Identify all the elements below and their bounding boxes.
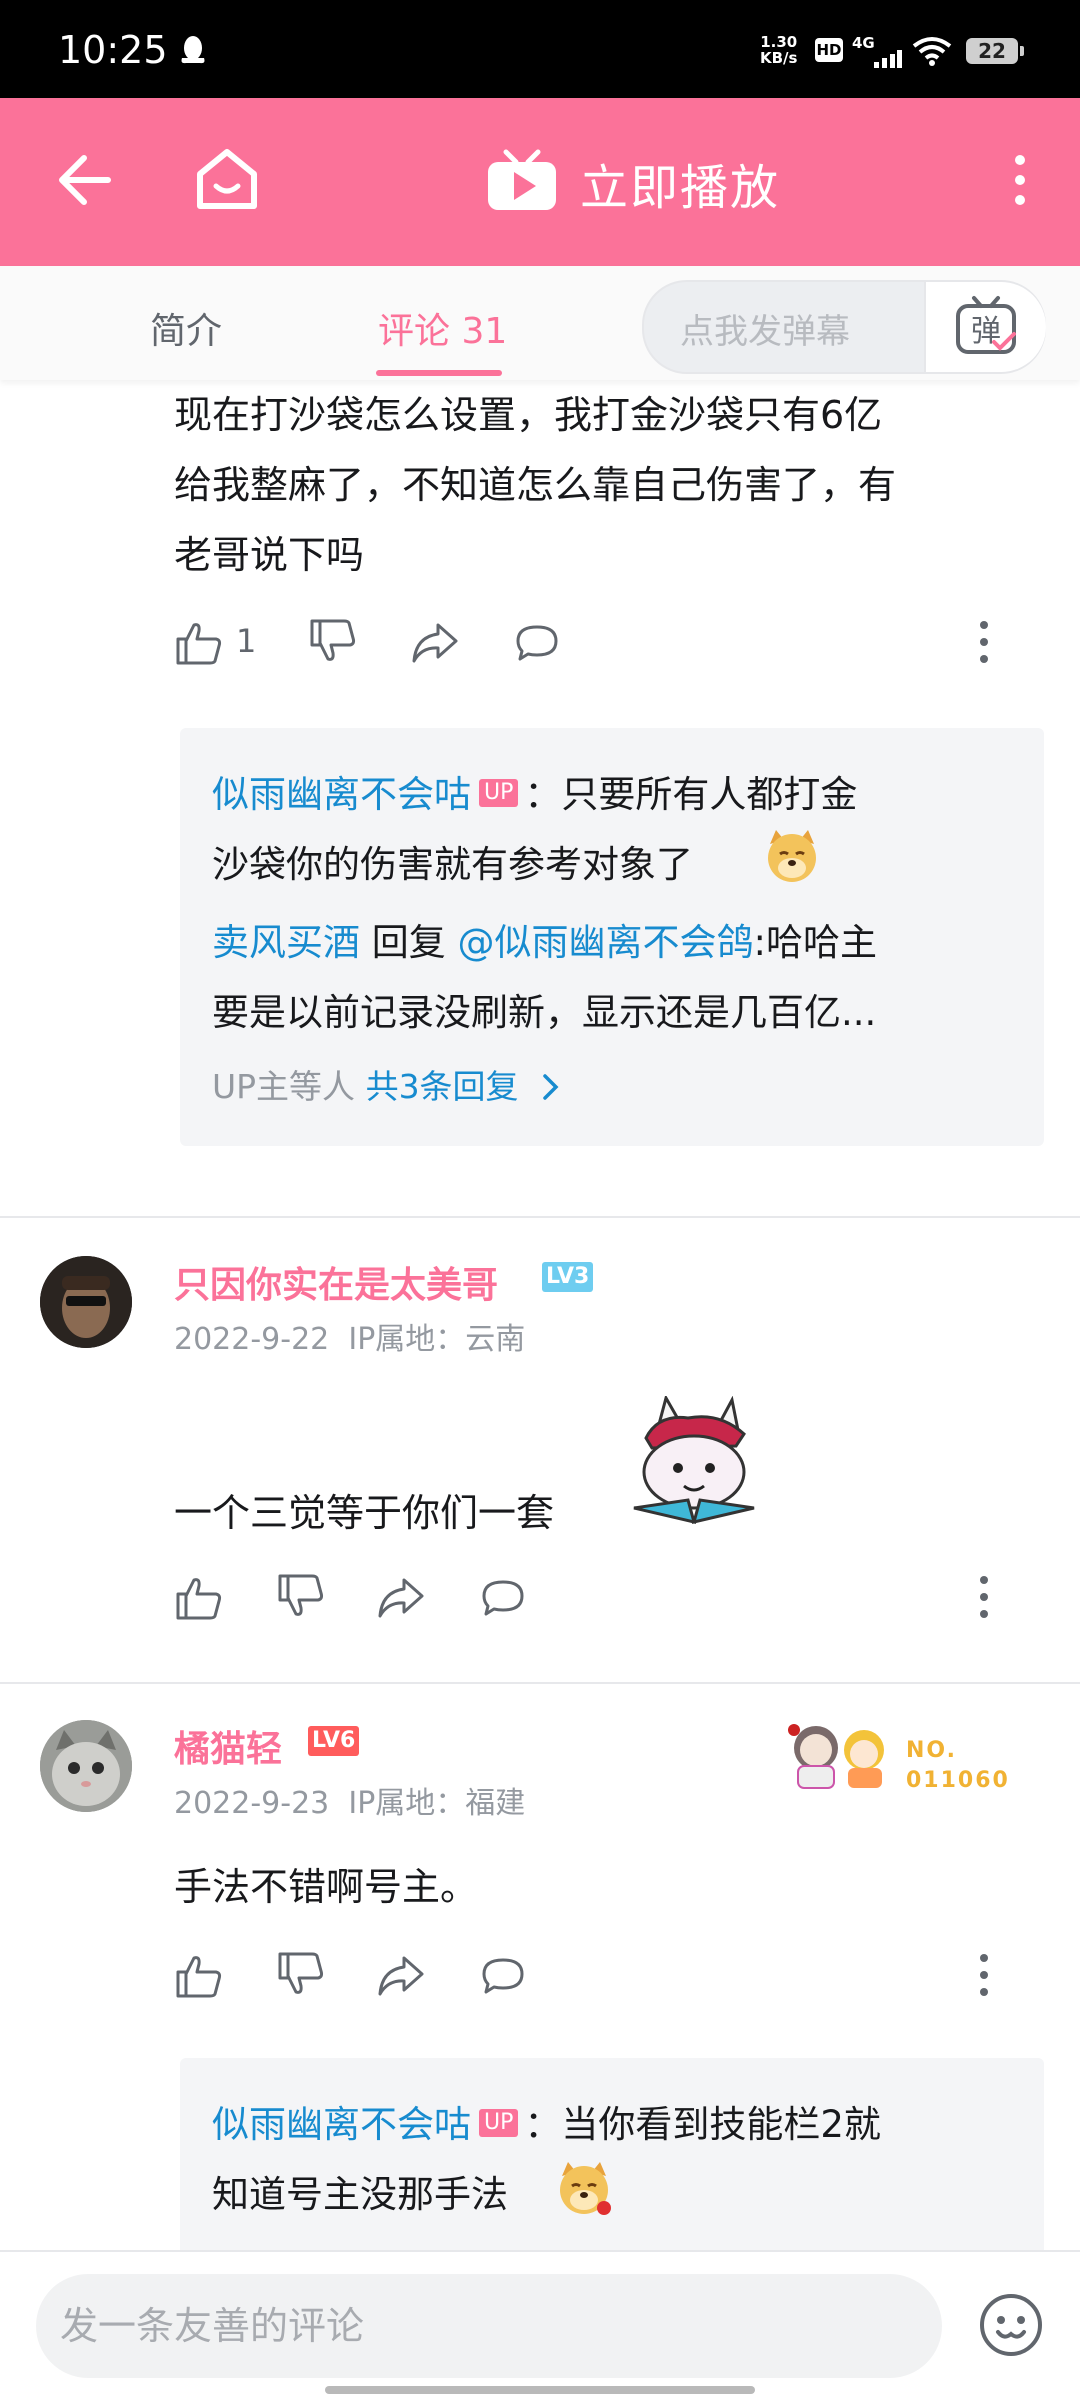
hd-indicator: HD xyxy=(815,38,843,62)
danmaku-input[interactable]: 点我发弹幕 xyxy=(680,304,850,353)
reply-item: 似雨幽离不会咕 UP ：当你看到技能栏2就 xyxy=(212,2103,881,2146)
level-badge: LV3 xyxy=(542,1262,594,1292)
chevron-right-icon xyxy=(543,1074,559,1100)
doge-emoji-icon xyxy=(768,830,816,882)
comment-more-icon[interactable] xyxy=(972,1572,996,1622)
home-icon[interactable] xyxy=(192,144,262,214)
danmaku-bar: 点我发弹幕 弹 xyxy=(642,280,1046,374)
reply-author[interactable]: 似雨幽离不会咕 xyxy=(212,2103,471,2146)
reply-text-line: 要是以前记录没刷新，显示还是几百亿... xyxy=(212,991,877,1034)
tab-intro[interactable]: 简介 xyxy=(150,302,222,354)
top-bar: 立即播放 xyxy=(0,98,1080,266)
status-time: 10:25 xyxy=(58,28,168,72)
reply-author[interactable]: 似雨幽离不会咕 xyxy=(212,773,471,816)
like-icon[interactable] xyxy=(174,1572,224,1622)
reply-icon[interactable] xyxy=(478,1950,528,2000)
comment-divider xyxy=(0,1216,1080,1218)
comment-text: 现在打沙袋怎么设置，我打金沙袋只有6亿 给我整麻了，不知道怎么靠自己伤害了，有 … xyxy=(174,393,897,577)
sticker-emoji-icon xyxy=(633,1396,755,1525)
wifi-icon xyxy=(912,37,952,66)
username[interactable]: 只因你实在是太美哥 xyxy=(174,1256,498,1308)
danmaku-toggle-button[interactable]: 弹 xyxy=(924,282,1046,372)
dislike-icon[interactable] xyxy=(276,1950,326,2000)
avatar[interactable] xyxy=(40,1720,132,1812)
more-options-icon[interactable] xyxy=(1000,148,1040,212)
fan-badge-characters-icon xyxy=(788,1724,884,1789)
comment-more-icon[interactable] xyxy=(972,617,996,667)
share-icon[interactable] xyxy=(376,1950,426,2000)
comment-meta: 2022-9-22 IP属地：云南 xyxy=(174,1322,526,1357)
play-now-button[interactable]: 立即播放 xyxy=(580,148,780,218)
reply-mention[interactable]: @似雨幽离不会鸽 xyxy=(458,921,754,964)
comment-more-icon[interactable] xyxy=(972,1950,996,2000)
reply-text-line: 沙袋你的伤害就有参考对象了 xyxy=(212,843,693,886)
share-icon[interactable] xyxy=(410,617,460,667)
home-indicator[interactable] xyxy=(325,2386,755,2394)
reply-item: 卖风买酒 回复 @似雨幽离不会鸽:哈哈主 xyxy=(212,921,877,964)
tab-comments[interactable]: 评论 31 xyxy=(378,302,507,354)
like-icon[interactable] xyxy=(174,617,224,667)
reply-icon[interactable] xyxy=(478,1572,528,1622)
emoji-picker-icon[interactable] xyxy=(978,2292,1044,2358)
view-more-replies[interactable]: UP主等人 共3条回复 xyxy=(212,1060,561,1108)
back-arrow-icon[interactable] xyxy=(52,148,116,212)
comment-text: 手法不错啊号主。 xyxy=(174,1865,479,1909)
reply-box[interactable]: 似雨幽离不会咕 UP ：只要所有人都打金 沙袋你的伤害就有参考对象了 卖风买酒 回复… xyxy=(180,728,1044,1146)
danmaku-icon: 弹 xyxy=(956,296,1016,354)
reply-icon[interactable] xyxy=(512,617,562,667)
like-count: 1 xyxy=(236,622,257,660)
doge-emoji-icon xyxy=(560,2162,611,2215)
signal-icon xyxy=(874,50,902,68)
qq-notification-icon xyxy=(181,36,205,64)
up-badge: UP xyxy=(479,778,519,807)
reply-item: 似雨幽离不会咕 UP ：只要所有人都打金 xyxy=(212,773,858,816)
dislike-icon[interactable] xyxy=(308,617,358,667)
comment-input-bar xyxy=(0,2250,1080,2402)
level-badge: LV6 xyxy=(308,1726,360,1756)
reply-author[interactable]: 卖风买酒 xyxy=(212,921,360,964)
dislike-icon[interactable] xyxy=(276,1572,326,1622)
network-speed: 1.30 KB/s xyxy=(760,33,798,67)
fan-number-badge: NO. 011060 xyxy=(906,1738,1010,1793)
comment-meta: 2022-9-23 IP属地：福建 xyxy=(174,1786,526,1821)
up-badge: UP xyxy=(479,2108,519,2137)
reply-text-line: 知道号主没那手法 xyxy=(212,2173,508,2216)
comment-text: 一个三觉等于你们一套 xyxy=(174,1491,555,1535)
tab-row: 简介 评论 31 点我发弹幕 弹 xyxy=(0,266,1080,380)
tv-icon xyxy=(488,149,556,210)
reply-box[interactable]: 似雨幽离不会咕 UP ：当你看到技能栏2就 知道号主没那手法 xyxy=(180,2058,1044,2258)
comment-input[interactable] xyxy=(36,2274,942,2378)
comment-divider xyxy=(0,1682,1080,1684)
like-icon[interactable] xyxy=(174,1950,224,2000)
username[interactable]: 橘猫轻 xyxy=(174,1720,282,1772)
status-bar: 10:25 1.30 KB/s HD 4G 22 xyxy=(0,0,1080,98)
battery-icon: 22 xyxy=(966,38,1024,64)
avatar[interactable] xyxy=(40,1256,132,1348)
active-tab-indicator xyxy=(376,370,502,376)
share-icon[interactable] xyxy=(376,1572,426,1622)
